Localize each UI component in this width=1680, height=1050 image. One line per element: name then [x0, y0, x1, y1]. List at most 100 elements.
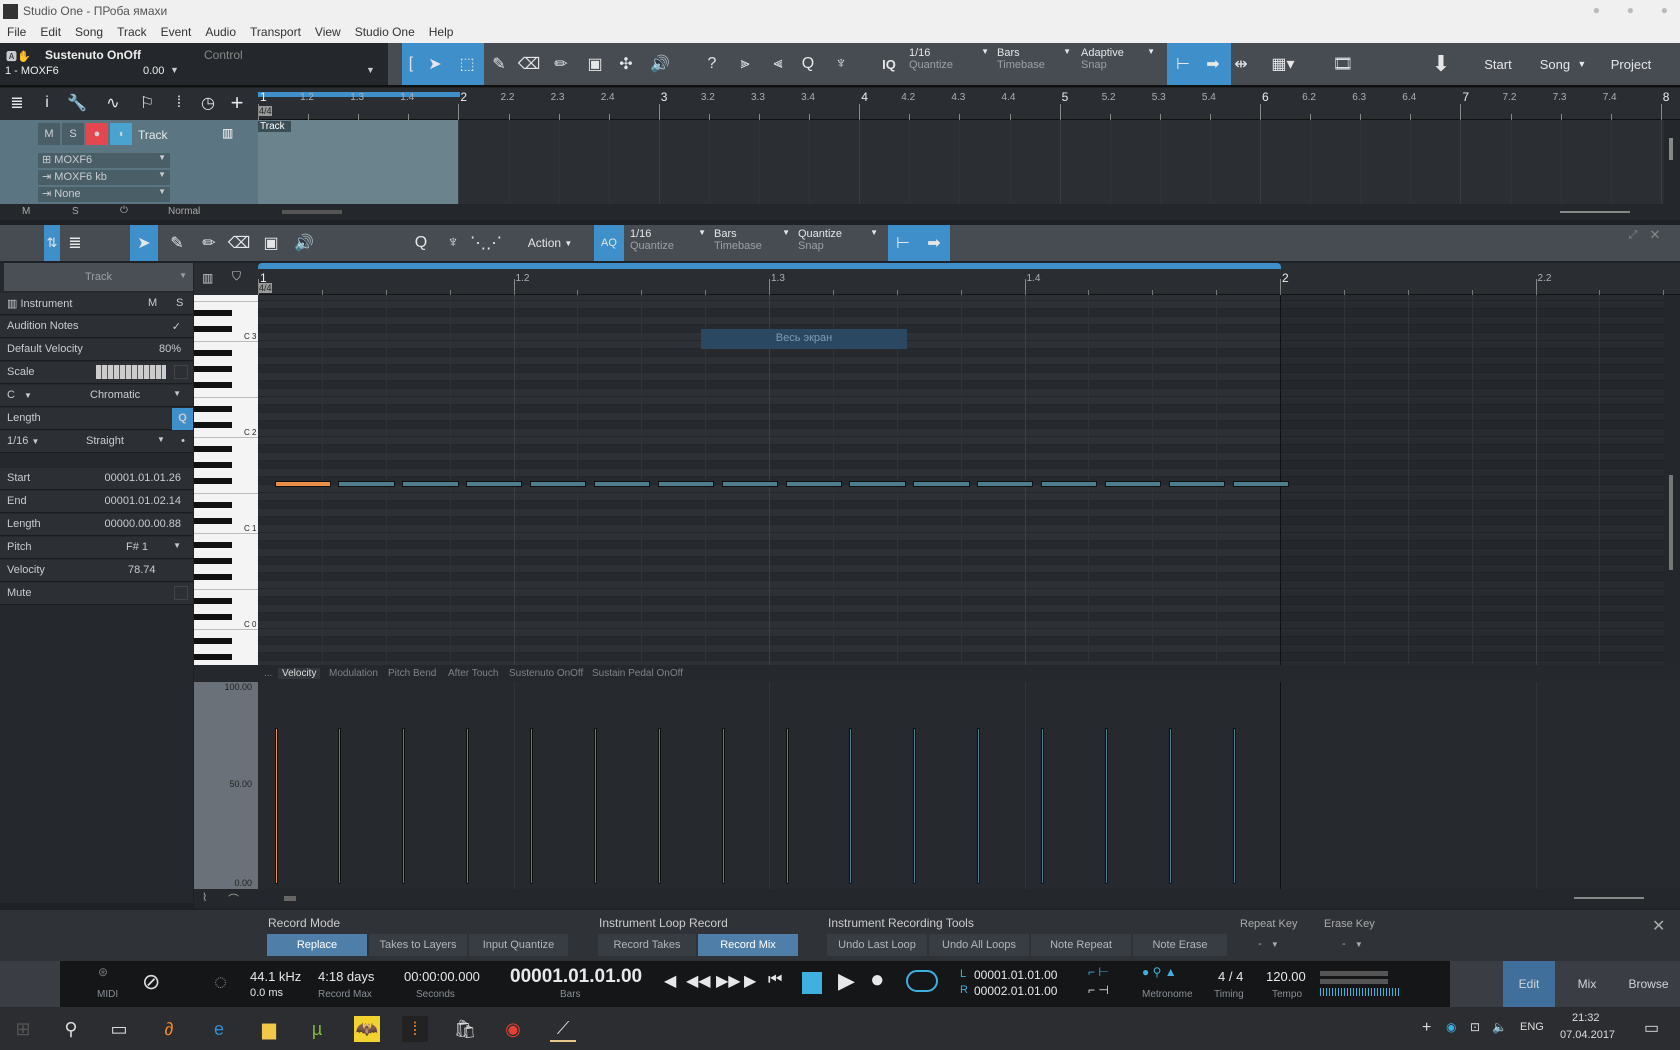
note-erase-button[interactable]: Note Erase — [1133, 934, 1227, 956]
tempo-display[interactable]: 120.00 — [1266, 969, 1306, 984]
metronome-icon[interactable]: ● ⚲ ▲ — [1142, 965, 1177, 979]
record-button[interactable]: ● — [870, 966, 885, 994]
note[interactable] — [849, 481, 906, 487]
menu-view[interactable]: View — [308, 24, 348, 43]
replace-button[interactable]: Replace — [267, 934, 367, 956]
draw-curve-icon[interactable]: ⌒ — [228, 891, 239, 907]
language-indicator[interactable]: ENG — [1520, 1021, 1544, 1033]
right-locator[interactable]: 00002.01.01.00 — [974, 984, 1057, 998]
velocity-bar[interactable] — [530, 728, 534, 884]
fast-forward-icon[interactable]: ▶▶ — [716, 971, 741, 991]
editor-listen-tool-icon[interactable]: 🔊 — [293, 225, 315, 261]
range-bracket-icon[interactable]: [ — [404, 43, 418, 85]
note[interactable] — [977, 481, 1034, 487]
split-view-icon[interactable]: ⇹ — [1232, 43, 1250, 85]
loop-button[interactable] — [906, 970, 938, 992]
velocity-bar[interactable] — [1168, 728, 1172, 884]
editor-ruler[interactable]: 4/4 1 1.2 1.3 1.4 2 2.2 — [258, 263, 1680, 295]
piano-keyboard[interactable]: C 3 C 2 C 1 C 0 — [194, 295, 258, 665]
track-header[interactable]: M S ● ◖ Track ▥ ⊞ MOXF6 ▼ ⇥ MOXF6 kb ▼ ⇥ N… — [0, 120, 258, 204]
repeat-key-select[interactable]: - ▼ — [1258, 938, 1279, 950]
grid-options-icon[interactable]: ▦▾ — [1268, 43, 1298, 85]
editor-quantize-select[interactable]: 1/16 ▼ Quantize — [630, 228, 710, 252]
param-dropdown-icon[interactable]: ▼ — [366, 65, 375, 75]
editor-metronome-icon[interactable]: ♆ — [442, 225, 464, 261]
input-select[interactable]: ⇥ MOXF6 kb ▼ — [38, 170, 170, 185]
prev-marker-icon[interactable]: ◀ — [664, 971, 676, 991]
wrench-icon[interactable]: 🔧 — [66, 88, 88, 118]
download-arrow-icon[interactable]: ⬇ — [1426, 43, 1456, 85]
arrow-tool-icon[interactable]: ➤ — [424, 43, 446, 85]
velocity-bar[interactable] — [849, 728, 853, 884]
power-icon[interactable]: ⏻ — [120, 205, 128, 216]
marker-flag-icon[interactable]: ⚐ — [136, 88, 158, 118]
mode-select[interactable]: Normal — [168, 206, 200, 217]
footer-mute[interactable]: M — [22, 206, 30, 217]
tab-modulation[interactable]: Modulation — [325, 668, 382, 679]
velocity-bar[interactable] — [913, 728, 917, 884]
root-select[interactable]: C ▼ — [7, 389, 32, 401]
velocity-bar[interactable] — [657, 728, 661, 884]
editor-pencil-tool-icon[interactable]: ✎ — [166, 225, 188, 261]
output-select[interactable]: ⇥ None ▼ — [38, 187, 170, 202]
editor-paint-tool-icon[interactable]: ✏ — [198, 225, 220, 261]
iq-button[interactable]: IQ — [878, 43, 900, 85]
step-record-icon[interactable]: ⋱⋰ — [470, 225, 502, 261]
scale-checkbox[interactable] — [174, 365, 188, 379]
input-quantize-button[interactable]: Input Quantize — [469, 934, 568, 956]
inspector-solo-button[interactable]: S — [176, 297, 183, 309]
bars-display[interactable]: 00001.01.01.00 — [510, 966, 642, 988]
precount-icon[interactable]: ⌐ ⊢ — [1088, 965, 1109, 979]
menu-track[interactable]: Track — [110, 24, 154, 43]
velocity-bar[interactable] — [466, 728, 470, 884]
velocity-bar[interactable] — [593, 728, 597, 884]
solo-button[interactable]: S — [62, 123, 84, 145]
undo-all-loops-button[interactable]: Undo All Loops — [929, 934, 1029, 956]
global-tracks-icon[interactable]: ⁞ — [168, 88, 190, 118]
play-button[interactable]: ▶ — [838, 968, 855, 994]
menu-help[interactable]: Help — [422, 24, 461, 43]
velocity-bar[interactable] — [274, 728, 278, 884]
tab-sustenuto[interactable]: Sustenuto OnOff — [505, 668, 587, 679]
volume-icon[interactable]: 🔈 — [1492, 1020, 1507, 1034]
arrange-vscroll[interactable] — [1664, 120, 1680, 204]
quantize-button-icon[interactable]: Q — [798, 43, 818, 85]
range-tool-icon[interactable]: ⬚ — [456, 43, 478, 85]
note[interactable] — [338, 481, 395, 487]
close-button[interactable]: ● — [1661, 3, 1668, 17]
punch-icon[interactable]: ⌐ ⊣ — [1088, 983, 1109, 997]
length-mode-select[interactable]: Straight — [86, 435, 124, 447]
takes-to-layers-button[interactable]: Takes to Layers — [369, 934, 467, 956]
note[interactable] — [402, 481, 459, 487]
velocity-bar[interactable] — [977, 728, 981, 884]
detach-editor-icon[interactable]: ⤢ — [1624, 225, 1642, 245]
length-value-select[interactable]: 1/16 ▼ — [7, 435, 39, 447]
menu-audio[interactable]: Audio — [198, 24, 243, 43]
clock-time[interactable]: 21:32 — [1572, 1012, 1600, 1024]
listen-tool-icon[interactable]: 🔊 — [648, 43, 672, 85]
editor-mute-tool-icon[interactable]: ▣ — [260, 225, 282, 261]
track-select[interactable]: Track ▼ — [4, 263, 193, 291]
tab-pitch-bend[interactable]: Pitch Bend — [384, 668, 440, 679]
undo-last-loop-button[interactable]: Undo Last Loop — [827, 934, 927, 956]
menu-file[interactable]: File — [0, 24, 33, 43]
task-view-icon[interactable]: ▭ — [106, 1016, 132, 1042]
note[interactable] — [1104, 481, 1162, 487]
mix-view-button[interactable]: Mix — [1557, 961, 1617, 1007]
editor-hscroll[interactable] — [284, 896, 296, 901]
record-arm-button[interactable]: ● — [86, 123, 108, 145]
keyboard-icon[interactable]: ▥ — [202, 271, 213, 285]
close-record-panel-icon[interactable]: ✕ — [1652, 916, 1665, 936]
note[interactable] — [466, 481, 523, 487]
app-icon[interactable]: ∂ — [156, 1016, 182, 1042]
param-value[interactable]: 0.00 — [143, 65, 164, 77]
autoscroll-icon[interactable]: ➡ — [1202, 43, 1224, 85]
menu-song[interactable]: Song — [68, 24, 110, 43]
chrome-icon[interactable]: ◉ — [500, 1016, 526, 1042]
browse-view-button[interactable]: Browse — [1617, 961, 1680, 1007]
tempo-icon[interactable]: ◷ — [197, 88, 219, 118]
network-icon[interactable]: ⊡ — [1470, 1020, 1480, 1034]
note[interactable] — [721, 481, 778, 487]
editor-vscroll[interactable] — [1664, 295, 1680, 665]
note-grid[interactable]: Весь экран — [258, 295, 1664, 665]
